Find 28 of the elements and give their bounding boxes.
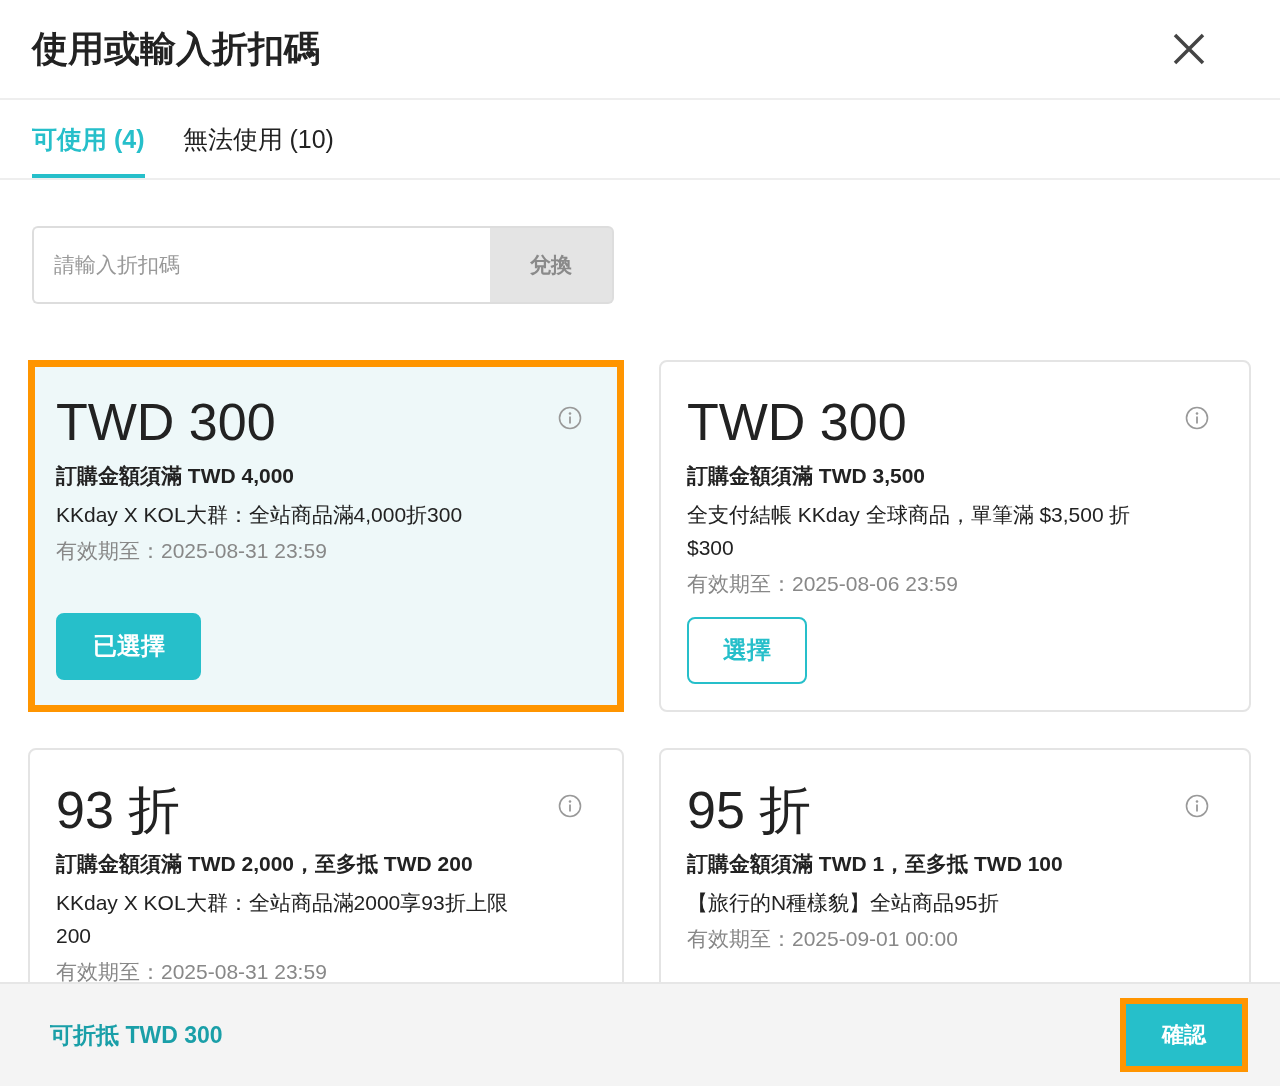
info-icon[interactable] bbox=[558, 793, 582, 818]
info-icon[interactable] bbox=[558, 406, 582, 430]
coupon-description: 全支付結帳 KKday 全球商品，單筆滿 $3,500 折 $300 bbox=[687, 501, 1132, 561]
coupon-card[interactable]: TWD 300 訂購金額須滿 TWD 3,500 全支付結帳 KKday 全球商品，單筆滿 $3,500 折 $300 有效期至：2025-08-06 23:59 選擇 bbox=[659, 360, 1251, 712]
coupon-condition: 訂購金額須滿 TWD 2,000，至多抵 TWD 200 bbox=[56, 850, 473, 877]
info-icon[interactable] bbox=[1185, 406, 1209, 430]
coupon-validity: 有效期至：2025-08-06 23:59 bbox=[687, 570, 958, 597]
coupon-validity: 有效期至：2025-08-31 23:59 bbox=[56, 958, 327, 982]
coupon-description: 【旅行的N種樣貌】全站商品95折 bbox=[687, 889, 999, 916]
coupon-amount: 95 折 bbox=[687, 779, 812, 841]
coupon-card[interactable]: TWD 300 訂購金額須滿 TWD 4,000 KKday X KOL大群：全站商品滿4,000折300 有效期至：2025-08-31 23:59 已選擇 bbox=[28, 360, 624, 712]
coupon-validity: 有效期至：2025-08-31 23:59 bbox=[56, 537, 327, 564]
coupon-amount: TWD 300 bbox=[56, 392, 276, 453]
coupon-condition: 訂購金額須滿 TWD 3,500 bbox=[687, 463, 926, 489]
info-icon[interactable] bbox=[1185, 793, 1209, 818]
coupon-description: KKday X KOL大群：全站商品滿2000享93折上限 200 bbox=[56, 889, 509, 949]
coupon-card[interactable]: 95 折 訂購金額須滿 TWD 1，至多抵 TWD 100 【旅行的N種樣貌】全站商品95折 有效期至：2025-09-01 00:00 bbox=[659, 747, 1251, 982]
coupon-amount: 93 折 bbox=[56, 779, 181, 841]
coupon-condition: 訂購金額須滿 TWD 1，至多抵 TWD 100 bbox=[687, 850, 1063, 877]
discount-total: 可折抵 TWD 300 bbox=[50, 1020, 223, 1050]
close-icon[interactable] bbox=[1172, 32, 1206, 66]
dialog-title: 使用或輸入折扣碼 bbox=[32, 26, 320, 71]
coupon-condition: 訂購金額須滿 TWD 4,000 bbox=[56, 463, 295, 489]
coupon-card[interactable]: 93 折 訂購金額須滿 TWD 2,000，至多抵 TWD 200 KKday X KOL大群：全站商品滿2000享93折上限 200 有效期至：2025-08-31 23:59 bbox=[28, 747, 624, 982]
tab[interactable]: 無法使用 (10) bbox=[182, 100, 334, 178]
coupon-validity: 有效期至：2025-09-01 00:00 bbox=[687, 925, 958, 952]
coupon-amount: TWD 300 bbox=[687, 392, 907, 453]
coupon-description: KKday X KOL大群：全站商品滿4,000折300 bbox=[56, 501, 463, 528]
